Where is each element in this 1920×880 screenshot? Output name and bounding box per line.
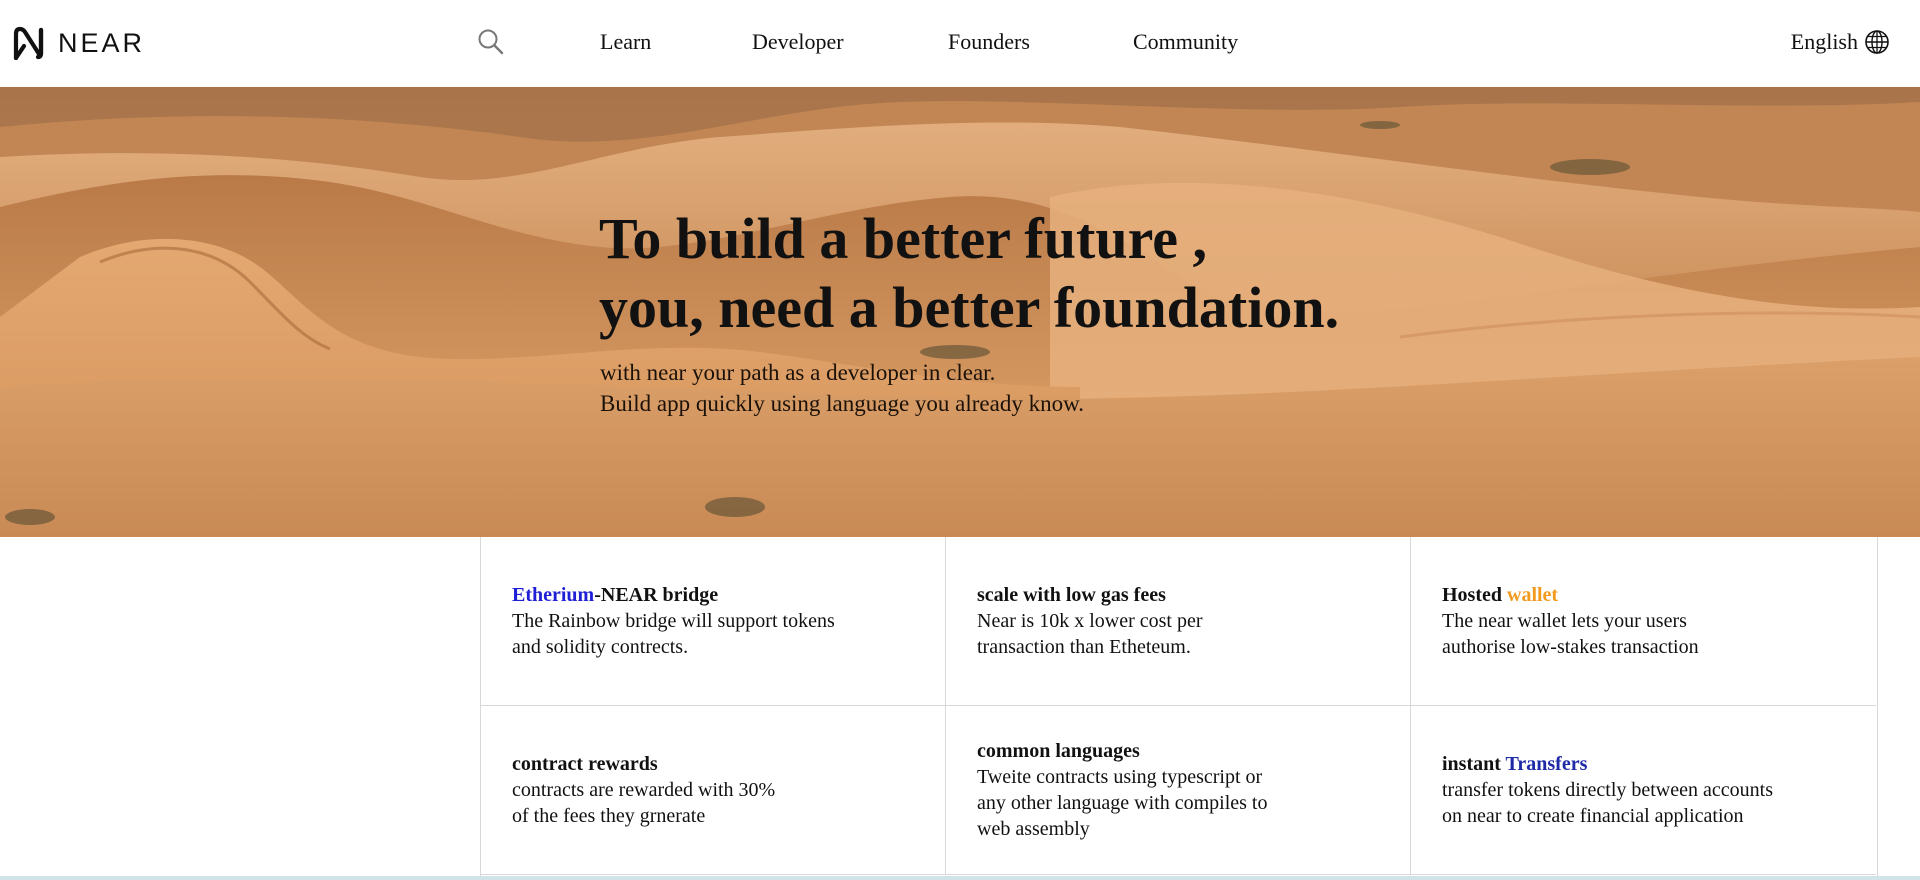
feature-description-line: The Rainbow bridge will support tokens [512,610,835,632]
feature-title: Hosted wallet [1442,582,1558,608]
feature-title-prefix: Hosted [1442,584,1507,606]
logo-text: NEAR [58,28,146,58]
language-selector[interactable]: English [1791,27,1890,57]
feature-card-transfers[interactable]: instant Transfers transfer tokens direct… [1411,706,1876,875]
hero-title-line-1: To build a better future , [599,206,1208,271]
feature-description-line: of the fees they grnerate [512,805,706,827]
feature-title: Etherium-NEAR bridge [512,582,718,608]
feature-description-line: Tweite contracts using typescript or [977,766,1263,788]
hero-title: To build a better future , you, need a b… [599,204,1339,342]
feature-description-line: contracts are rewarded with 30% [512,779,776,801]
feature-title-highlight: wallet [1507,584,1559,606]
feature-description-line: web assembly [977,818,1090,840]
nav-founders[interactable]: Founders [948,27,1030,57]
hero-banner: To build a better future , you, need a b… [0,87,1920,537]
hero-subtitle: with near your path as a developer in cl… [600,357,1084,419]
nav-community[interactable]: Community [1133,27,1238,57]
hero-title-line-2: you, need a better foundation. [599,275,1340,340]
feature-card-rewards[interactable]: contract rewards contracts are rewarded … [481,706,946,875]
feature-title: common languages [977,740,1140,762]
feature-title: instant Transfers [1442,751,1587,777]
near-logo[interactable]: NEAR [12,26,145,60]
search-icon [478,29,504,55]
top-navigation-bar: NEAR Learn Developer Founders Community … [0,0,1920,87]
feature-description-line: any other language with compiles to [977,792,1268,814]
feature-card-languages[interactable]: common languages Tweite contracts using … [946,706,1411,875]
feature-title-prefix: instant [1442,753,1506,775]
feature-title-highlight: Transfers [1505,753,1588,775]
feature-title-rest: -NEAR bridge [594,584,719,606]
feature-title: contract rewards [512,753,658,775]
feature-title: scale with low gas fees [977,584,1166,606]
page-bottom-divider [0,876,1920,880]
near-logo-icon [13,26,44,60]
nav-developer[interactable]: Developer [752,27,844,57]
feature-description-line: transfer tokens directly between account… [1442,779,1773,801]
feature-card-gas-fees[interactable]: scale with low gas fees Near is 10k x lo… [946,537,1411,706]
hero-subtitle-line-1: with near your path as a developer in cl… [600,360,996,385]
feature-description-line: on near to create financial application [1442,805,1744,827]
feature-card-bridge[interactable]: Etherium-NEAR bridge The Rainbow bridge … [481,537,946,706]
feature-description-line: The near wallet lets your users [1442,610,1687,632]
language-label: English [1790,29,1858,54]
feature-description-line: Near is 10k x lower cost per [977,610,1203,632]
features-grid: Etherium-NEAR bridge The Rainbow bridge … [480,537,1878,877]
feature-description-line: and solidity contrects. [512,636,689,658]
feature-description-line: transaction than Etheteum. [977,636,1191,658]
globe-icon [1865,30,1889,54]
feature-card-wallet[interactable]: Hosted wallet The near wallet lets your … [1411,537,1876,706]
hero-subtitle-line-2: Build app quickly using language you alr… [600,391,1084,416]
search-button[interactable] [476,27,506,57]
feature-title-highlight: Etherium [512,584,595,606]
feature-description-line: authorise low-stakes transaction [1442,636,1699,658]
nav-learn[interactable]: Learn [600,27,651,57]
